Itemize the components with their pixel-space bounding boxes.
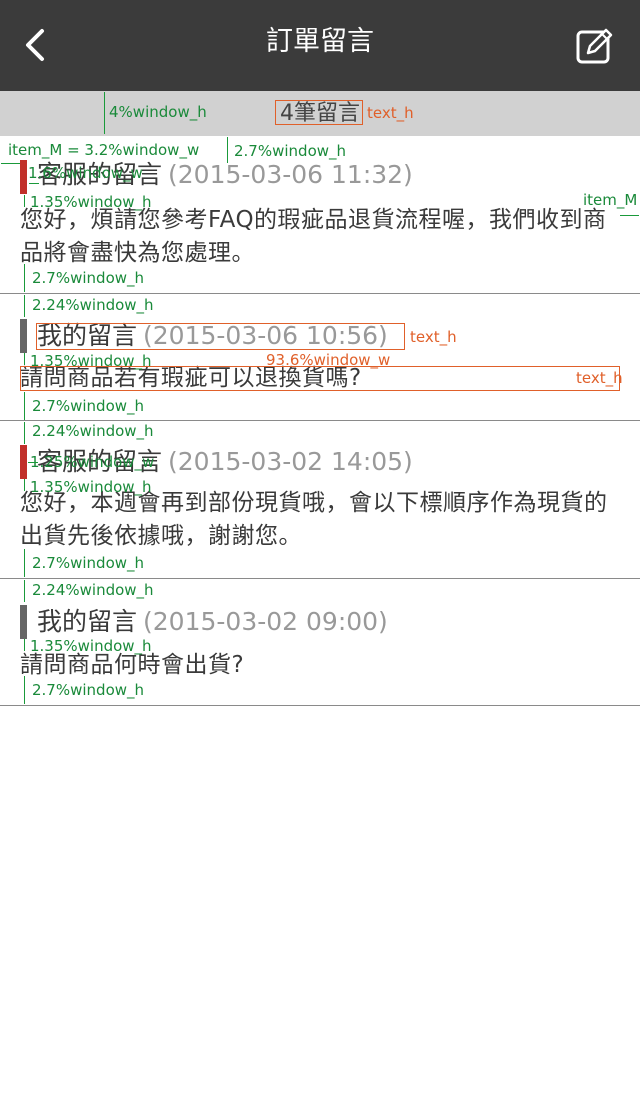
dimension-label: 1.35%window_h xyxy=(30,193,152,211)
dimension-line xyxy=(620,215,639,216)
dimension-label: 2.7%window_h xyxy=(234,142,347,160)
dimension-label: 2.7%window_h xyxy=(32,397,145,415)
my-indicator-bar xyxy=(20,319,27,353)
chevron-left-icon xyxy=(26,29,44,61)
dimension-label: 1.25%window_w xyxy=(30,453,155,471)
staff-indicator-bar xyxy=(20,445,27,479)
dimension-line xyxy=(24,264,25,292)
dimension-label: 2.24%window_h xyxy=(32,581,154,599)
message-header: 我的留言 (2015-03-02 09:00) xyxy=(37,605,388,639)
top-nav-bar: 訂單留言 xyxy=(0,0,640,91)
dimension-label: 1.6%window_w xyxy=(28,164,143,182)
dimension-label: text_h xyxy=(410,328,457,346)
dimension-line xyxy=(24,580,25,602)
back-button[interactable] xyxy=(14,24,56,66)
dimension-line xyxy=(24,422,25,444)
dimension-line xyxy=(227,137,228,163)
dimension-label: 4%window_h xyxy=(109,103,207,121)
dimension-label: item_M = 3.2%window_w xyxy=(8,141,200,159)
dimension-label: 2.7%window_h xyxy=(32,681,145,699)
dimension-line xyxy=(24,549,25,577)
dimension-line xyxy=(24,639,25,651)
text-height-box xyxy=(20,366,620,391)
dimension-label: text_h xyxy=(576,369,623,387)
dimension-line xyxy=(24,676,25,704)
dimension-line xyxy=(24,195,25,207)
dimension-line xyxy=(24,353,25,365)
text-height-box xyxy=(275,100,363,125)
dimension-line xyxy=(104,92,105,134)
dimension-label: item_M xyxy=(583,191,638,209)
message-time: (2015-03-02 14:05) xyxy=(168,447,413,476)
dimension-label: 1.35%window_h xyxy=(30,478,152,496)
dimension-line xyxy=(24,392,25,420)
dimension-label: 2.24%window_h xyxy=(32,422,154,440)
message-time: (2015-03-06 11:32) xyxy=(168,160,413,189)
dimension-label: 1.35%window_h xyxy=(30,637,152,655)
dimension-label: 2.24%window_h xyxy=(32,296,154,314)
compose-button[interactable] xyxy=(574,26,614,66)
message-text: 您好，本週會再到部份現貨哦，會以下標順序作為現貨的出貨先後依據哦，謝謝您。 xyxy=(20,490,608,549)
message-author: 我的留言 xyxy=(37,607,138,636)
message-time: (2015-03-02 09:00) xyxy=(143,607,388,636)
dimension-line xyxy=(29,183,39,184)
dimension-line xyxy=(28,462,38,463)
dimension-label: text_h xyxy=(367,104,414,122)
dimension-label: 2.7%window_h xyxy=(32,554,145,572)
staff-indicator-bar xyxy=(20,160,27,194)
message-text: 您好，煩請您參考FAQ的瑕疵品退貨流程喔，我們收到商品將會盡快為您處理。 xyxy=(20,207,607,266)
dimension-line xyxy=(24,479,25,491)
my-indicator-bar xyxy=(20,605,27,639)
dimension-label: 2.7%window_h xyxy=(32,269,145,287)
dimension-line xyxy=(24,295,25,317)
order-messages-screen: 訂單留言 4筆留言 客服的留言 (2015-03-06 11:32) 您好，煩請您… xyxy=(0,0,640,1118)
text-height-box xyxy=(36,323,405,350)
compose-icon xyxy=(576,28,613,64)
dimension-line xyxy=(1,163,20,164)
page-title: 訂單留言 xyxy=(266,26,374,57)
